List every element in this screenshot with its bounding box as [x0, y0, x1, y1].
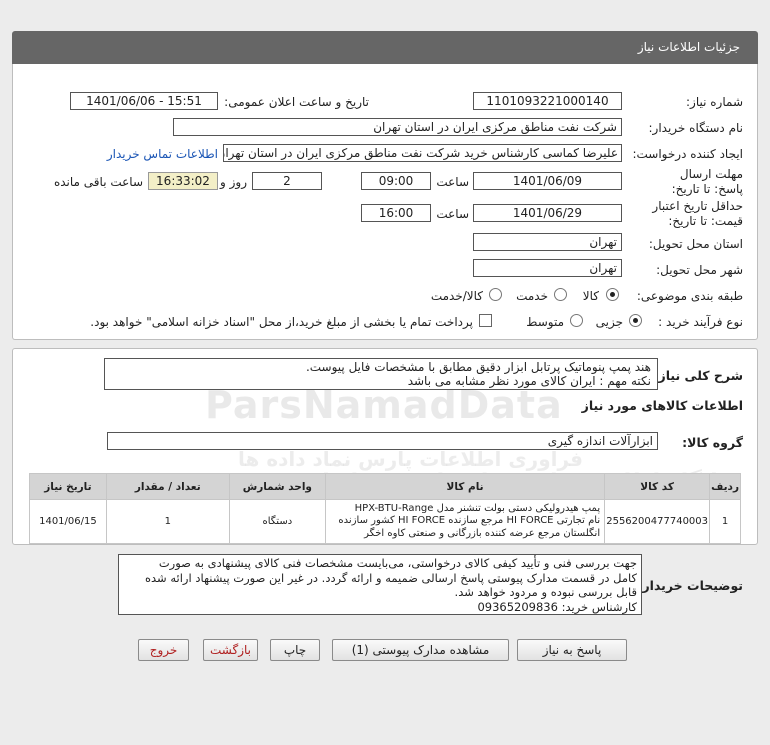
goods-group-label: گروه کالا: — [682, 435, 743, 450]
col-name-header: نام کالا — [325, 473, 606, 500]
cell-name-line-2: نام تجارتی HI FORCE مرجع سازنده HI FORCE… — [338, 515, 601, 527]
cell-code: 2556200477740003 — [604, 499, 711, 544]
category-radio-service[interactable] — [554, 288, 567, 301]
treasury-payment-note: پرداخت تمام یا بخشی از مبلغ خرید،از محل … — [90, 315, 473, 329]
category-option-service: خدمت — [516, 289, 548, 303]
col-date-header: تاریخ نیاز — [29, 473, 107, 500]
remaining-time-field: 16:33:02 — [148, 172, 218, 190]
need-number-field: 1101093221000140 — [473, 92, 622, 110]
goods-group-field: ابزارآلات اندازه گیری — [107, 432, 658, 450]
treasury-payment-checkbox[interactable] — [479, 314, 492, 327]
days-label: روز و — [220, 175, 247, 189]
category-radio-goods-service[interactable] — [489, 288, 502, 301]
cell-name-line-3: انگلستان مرجع عرضه کننده بازرگانی و صنعت… — [364, 527, 601, 539]
validity-date-field: 1401/06/29 — [473, 204, 622, 222]
process-radio-minor[interactable] — [629, 314, 642, 327]
print-button[interactable]: چاپ — [270, 639, 320, 661]
cell-unit: دستگاه — [228, 499, 327, 544]
table-row: 1 2556200477740003 پمپ هیدرولیکی دستی بو… — [29, 499, 741, 544]
buyer-org-field: شرکت نفت مناطق مرکزی ایران در استان تهرا… — [173, 118, 622, 136]
page-header: جزئیات اطلاعات نیاز — [12, 31, 758, 64]
reply-button[interactable]: پاسخ به نیاز — [517, 639, 627, 661]
cell-name-line-1: پمپ هیدرولیکی دستی بولت تنشنر مدل HPX-BT… — [354, 502, 601, 514]
buyer-notes-field: جهت بررسی فنی و تأیید کیفی کالای درخواست… — [118, 554, 642, 615]
delivery-province-label: استان محل تحویل: — [648, 237, 743, 251]
category-option-goods-service: کالا/خدمت — [430, 289, 483, 303]
buyer-contact-link[interactable]: اطلاعات تماس خریدار — [107, 147, 218, 161]
validity-time-label: ساعت — [436, 207, 469, 221]
table-header-row: ردیف کد کالا نام کالا واحد شمارش تعداد /… — [29, 473, 741, 500]
description-field: هند پمپ پنوماتیک پرتابل ابزار دقیق مطابق… — [104, 358, 658, 390]
delivery-city-field: تهران — [473, 259, 622, 277]
cell-name: پمپ هیدرولیکی دستی بولت تنشنر مدل HPX-BT… — [325, 499, 606, 544]
cell-date: 1401/06/15 — [29, 499, 107, 544]
col-code-header: کد کالا — [604, 473, 711, 500]
buyer-org-label: نام دستگاه خریدار: — [648, 121, 744, 135]
cell-row: 1 — [709, 499, 741, 544]
days-remaining-field: 2 — [252, 172, 322, 190]
deadline-time-field: 09:00 — [361, 172, 431, 190]
requester-field: علیرضا کماسی کارشناس خرید شرکت نفت مناطق… — [223, 144, 622, 162]
validity-label: حداقل تاریخ اعتبار قیمت: تا تاریخ: — [652, 199, 743, 228]
buyer-notes-line-1: جهت بررسی فنی و تأیید کیفی کالای درخواست… — [158, 556, 637, 570]
col-row-header: ردیف — [709, 473, 741, 500]
description-line-1: هند پمپ پنوماتیک پرتابل ابزار دقیق مطابق… — [305, 360, 651, 374]
exit-button[interactable]: خروج — [138, 639, 189, 661]
category-option-goods: کالا — [582, 289, 599, 303]
announce-label: تاریخ و ساعت اعلان عمومی: — [224, 95, 369, 109]
goods-table: ردیف کد کالا نام کالا واحد شمارش تعداد /… — [29, 473, 741, 544]
deadline-date-field: 1401/06/09 — [473, 172, 622, 190]
delivery-province-field: تهران — [473, 233, 622, 251]
process-option-minor: جزیی — [595, 315, 623, 329]
description-label: شرح کلی نیاز: — [653, 368, 743, 383]
process-option-medium: متوسط — [526, 315, 564, 329]
validity-time-field: 16:00 — [361, 204, 431, 222]
view-attachments-button[interactable]: مشاهده مدارک پیوستی (1) — [332, 639, 509, 661]
process-radio-medium[interactable] — [570, 314, 583, 327]
remaining-time-label: ساعت باقی مانده — [53, 175, 143, 189]
col-qty-header: تعداد / مقدار — [105, 473, 230, 500]
col-unit-header: واحد شمارش — [228, 473, 327, 500]
goods-section-title: اطلاعات کالاهای مورد نیاز — [581, 398, 743, 413]
category-label: طبقه بندی موضوعی: — [636, 289, 743, 303]
delivery-city-label: شهر محل تحویل: — [656, 263, 743, 277]
buyer-notes-label: توضیحات خریدار: — [637, 578, 743, 593]
buyer-notes-line-3: قابل بررسی نبوده و مردود خواهد شد. — [454, 585, 637, 599]
need-number-label: شماره نیاز: — [686, 95, 743, 109]
back-button[interactable]: بازگشت — [203, 639, 258, 661]
announce-field: 1401/06/06 - 15:51 — [70, 92, 218, 110]
deadline-label: مهلت ارسال پاسخ: تا تاریخ: — [671, 167, 743, 196]
buyer-notes-line-2: کامل در قسمت مدارک پیوستی پاسخ ارسالی ضم… — [145, 570, 637, 585]
category-radio-goods[interactable] — [606, 288, 619, 301]
page-title: جزئیات اطلاعات نیاز — [637, 40, 740, 54]
description-line-2: نکته مهم : ایران کالای مورد نظر مشابه می… — [407, 374, 651, 388]
buyer-notes-line-4: کارشناس خرید: 09365209836 — [477, 599, 637, 614]
cell-qty: 1 — [105, 499, 230, 544]
process-label: نوع فرآیند خرید : — [658, 315, 743, 329]
deadline-time-label: ساعت — [436, 175, 469, 189]
requester-label: ایجاد کننده درخواست: — [632, 147, 743, 161]
